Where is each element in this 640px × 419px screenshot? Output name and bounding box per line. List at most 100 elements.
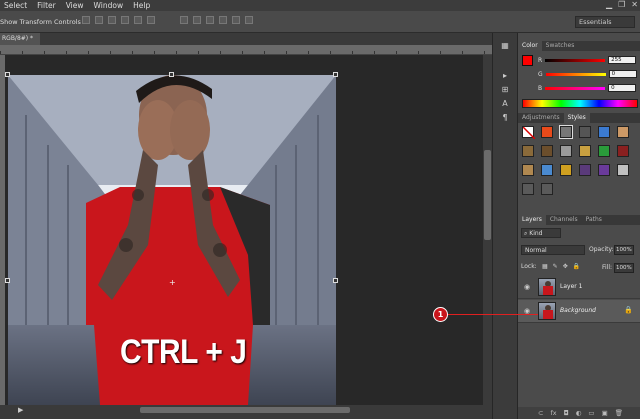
align-top-icon[interactable] xyxy=(82,16,90,24)
layer-row-layer1[interactable]: ◉ Layer 1 xyxy=(518,276,640,299)
document-tab[interactable]: RGB/8#) * xyxy=(0,33,40,45)
distribute-bottom-icon[interactable] xyxy=(206,16,214,24)
style-swatch[interactable] xyxy=(560,164,572,176)
b-slider[interactable] xyxy=(545,86,606,90)
lock-all-icon[interactable]: 🔒 xyxy=(573,263,580,270)
style-swatch[interactable] xyxy=(541,145,553,157)
layer-name[interactable]: Background xyxy=(560,307,596,314)
style-swatch[interactable] xyxy=(522,183,534,195)
workspace-select[interactable]: Essentials xyxy=(575,16,635,28)
distribute-buttons xyxy=(180,16,253,24)
tab-channels[interactable]: Channels xyxy=(546,215,582,225)
g-value-field[interactable]: 0 xyxy=(608,70,637,78)
menu-window[interactable]: Window xyxy=(90,1,130,10)
menu-filter[interactable]: Filter xyxy=(33,1,62,10)
fill-field[interactable]: 100% xyxy=(614,263,634,273)
add-mask-icon[interactable]: ◘ xyxy=(564,409,569,417)
character-icon[interactable]: A xyxy=(498,99,512,111)
style-swatch[interactable] xyxy=(541,126,553,138)
r-slider-row: R 255 xyxy=(538,55,638,65)
paragraph-icon[interactable]: ¶ xyxy=(498,113,512,125)
new-layer-icon[interactable]: ▣ xyxy=(602,409,608,417)
style-swatch[interactable] xyxy=(598,145,610,157)
color-ramp[interactable] xyxy=(522,99,638,108)
style-swatch[interactable] xyxy=(598,126,610,138)
history-icon[interactable]: ▦ xyxy=(498,41,512,53)
minimize-icon[interactable]: ▁ xyxy=(606,0,612,9)
window-controls: ▁ ❐ ✕ xyxy=(606,0,638,9)
transform-handle-tl[interactable] xyxy=(5,72,10,77)
style-swatch[interactable] xyxy=(579,164,591,176)
distribute-left-icon[interactable] xyxy=(219,16,227,24)
align-bottom-icon[interactable] xyxy=(108,16,116,24)
document-tab-strip xyxy=(0,33,492,45)
overlay-caption: CTRL + J xyxy=(120,333,247,371)
layer-row-background[interactable]: ◉ Background 🔒 xyxy=(518,300,640,323)
properties-icon[interactable]: ⊞ xyxy=(498,85,512,97)
visibility-eye-icon[interactable]: ◉ xyxy=(524,283,530,291)
b-label: B xyxy=(538,84,543,92)
play-icon[interactable]: ▶ xyxy=(18,406,23,414)
style-swatch[interactable] xyxy=(522,164,534,176)
adjustment-layer-icon[interactable]: ◐ xyxy=(576,409,582,417)
horizontal-scroll-thumb[interactable] xyxy=(140,407,350,413)
b-value-field[interactable]: 0 xyxy=(608,84,637,92)
style-swatch[interactable] xyxy=(617,145,629,157)
actions-icon[interactable]: ▸ xyxy=(498,71,512,83)
blend-mode-select[interactable]: Normal xyxy=(521,245,585,255)
style-swatch[interactable] xyxy=(560,145,572,157)
align-left-icon[interactable] xyxy=(121,16,129,24)
style-swatch[interactable] xyxy=(598,164,610,176)
transform-handle-top[interactable] xyxy=(169,72,174,77)
lock-transparency-icon[interactable]: ▦ xyxy=(542,263,548,270)
fx-icon[interactable]: fx xyxy=(550,409,556,417)
menu-help[interactable]: Help xyxy=(129,1,156,10)
transform-handle-right[interactable] xyxy=(333,278,338,283)
tab-paths[interactable]: Paths xyxy=(582,215,606,225)
align-hcenter-icon[interactable] xyxy=(134,16,142,24)
lock-position-icon[interactable]: ✥ xyxy=(563,263,568,270)
lock-pixels-icon[interactable]: ✎ xyxy=(553,263,558,270)
distribute-top-icon[interactable] xyxy=(180,16,188,24)
align-right-icon[interactable] xyxy=(147,16,155,24)
style-swatch[interactable] xyxy=(522,145,534,157)
layer-name[interactable]: Layer 1 xyxy=(560,283,582,290)
transform-handle-left[interactable] xyxy=(5,278,10,283)
tab-color[interactable]: Color xyxy=(518,41,542,51)
style-swatch[interactable] xyxy=(617,164,629,176)
distribute-right-icon[interactable] xyxy=(245,16,253,24)
g-slider[interactable] xyxy=(545,72,606,76)
close-icon[interactable]: ✕ xyxy=(631,0,638,9)
style-swatch[interactable] xyxy=(617,126,629,138)
color-panel-tabs: Color Swatches xyxy=(518,41,640,51)
vertical-scroll-thumb[interactable] xyxy=(484,150,491,240)
layer-filter-kind[interactable]: ⌕ Kind xyxy=(521,228,561,238)
style-none[interactable] xyxy=(522,126,536,140)
distribute-hcenter-icon[interactable] xyxy=(232,16,240,24)
link-layers-icon[interactable]: ⊂ xyxy=(538,409,543,417)
transform-handle-tr[interactable] xyxy=(333,72,338,77)
show-transform-controls-label[interactable]: Show Transform Controls xyxy=(0,18,81,26)
menu-select[interactable]: Select xyxy=(0,1,33,10)
style-swatch[interactable] xyxy=(541,183,553,195)
lock-label: Lock: xyxy=(521,263,537,270)
align-vcenter-icon[interactable] xyxy=(95,16,103,24)
delete-layer-icon[interactable]: 🗑 xyxy=(615,409,623,417)
foreground-color-swatch[interactable] xyxy=(522,55,533,66)
r-value-field[interactable]: 255 xyxy=(608,56,637,64)
restore-icon[interactable]: ❐ xyxy=(618,0,625,9)
tab-layers[interactable]: Layers xyxy=(518,215,546,225)
r-slider[interactable] xyxy=(545,58,606,62)
style-swatch[interactable] xyxy=(579,145,591,157)
style-swatch[interactable] xyxy=(579,126,591,138)
style-swatch[interactable] xyxy=(559,125,573,139)
new-group-icon[interactable]: ▭ xyxy=(588,409,594,417)
tab-swatches[interactable]: Swatches xyxy=(542,41,579,51)
tab-styles[interactable]: Styles xyxy=(563,113,590,123)
menu-view[interactable]: View xyxy=(62,1,90,10)
b-slider-row: B 0 xyxy=(538,83,638,93)
tab-adjustments[interactable]: Adjustments xyxy=(518,113,564,123)
opacity-field[interactable]: 100% xyxy=(614,245,634,255)
distribute-vcenter-icon[interactable] xyxy=(193,16,201,24)
style-swatch[interactable] xyxy=(541,164,553,176)
